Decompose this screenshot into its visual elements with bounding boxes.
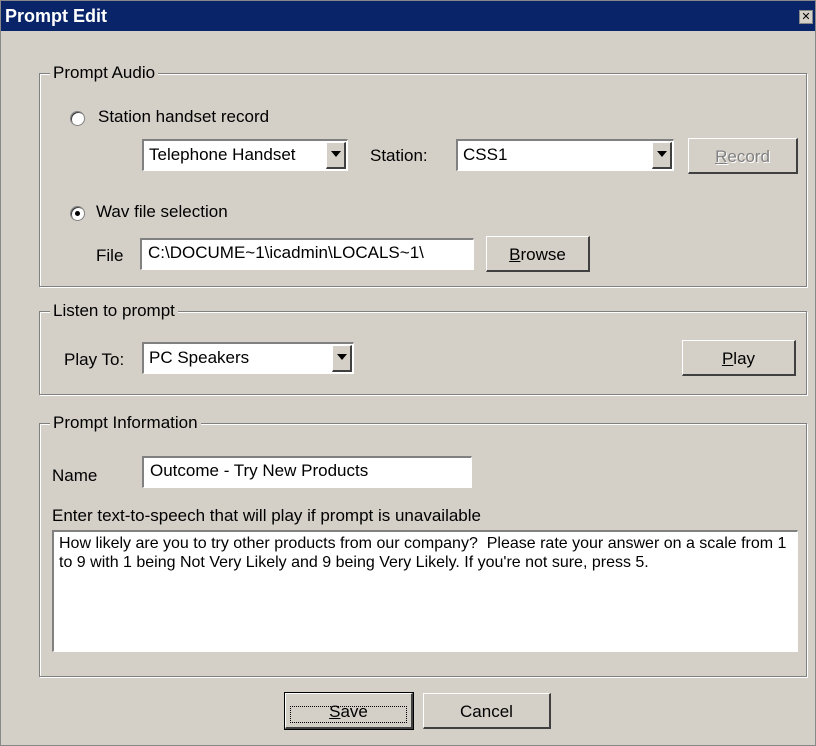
station-select-value: CSS1: [463, 145, 508, 164]
file-label: File: [96, 246, 124, 265]
prompt-audio-legend: Prompt Audio: [50, 63, 159, 83]
browse-button[interactable]: Browse: [486, 236, 590, 272]
device-select[interactable]: Telephone Handset: [142, 139, 348, 171]
wav-file-radio[interactable]: [70, 206, 85, 221]
title-bar[interactable]: Prompt Edit ✕: [1, 1, 815, 31]
close-icon[interactable]: ✕: [799, 10, 813, 24]
chevron-down-icon[interactable]: [652, 142, 672, 169]
station-handset-radio[interactable]: [70, 111, 85, 126]
browse-button-label: Browse: [509, 245, 566, 264]
prompt-audio-group: Prompt Audio Station handset record Tele…: [39, 63, 807, 287]
station-label: Station:: [370, 146, 428, 165]
cancel-button[interactable]: Cancel: [423, 693, 551, 729]
play-to-select-value: PC Speakers: [149, 348, 250, 367]
station-select[interactable]: CSS1: [456, 139, 674, 171]
record-button-label: Record: [715, 147, 770, 166]
save-button[interactable]: Save: [284, 692, 414, 730]
play-to-select[interactable]: PC Speakers: [142, 342, 354, 374]
wav-file-label[interactable]: Wav file selection: [96, 202, 228, 222]
window-title: Prompt Edit: [5, 6, 107, 26]
file-path-value: C:\DOCUME~1\icadmin\LOCALS~1\: [148, 243, 424, 262]
play-button[interactable]: Play: [682, 340, 796, 376]
prompt-edit-dialog: Prompt Edit ✕ Prompt Audio Station hands…: [0, 0, 816, 746]
station-handset-label[interactable]: Station handset record: [98, 107, 269, 127]
tts-label: Enter text-to-speech that will play if p…: [52, 506, 481, 525]
chevron-down-icon[interactable]: [332, 345, 352, 372]
tts-textarea[interactable]: How likely are you to try other products…: [52, 530, 798, 652]
play-to-label: Play To:: [64, 350, 125, 369]
listen-group: Listen to prompt Play To: PC Speakers Pl…: [39, 301, 807, 395]
name-value: Outcome - Try New Products: [150, 461, 369, 480]
prompt-info-legend: Prompt Information: [50, 413, 201, 433]
play-button-label: Play: [721, 349, 756, 368]
record-button[interactable]: Record: [688, 138, 798, 174]
file-path-field[interactable]: C:\DOCUME~1\icadmin\LOCALS~1\: [140, 238, 474, 270]
name-field[interactable]: Outcome - Try New Products: [142, 456, 472, 488]
device-select-value: Telephone Handset: [149, 145, 296, 164]
name-label: Name: [52, 466, 98, 485]
cancel-button-label: Cancel: [460, 702, 513, 721]
prompt-info-group: Prompt Information Name Outcome - Try Ne…: [39, 413, 807, 677]
chevron-down-icon[interactable]: [326, 142, 346, 169]
listen-legend: Listen to prompt: [50, 301, 178, 321]
